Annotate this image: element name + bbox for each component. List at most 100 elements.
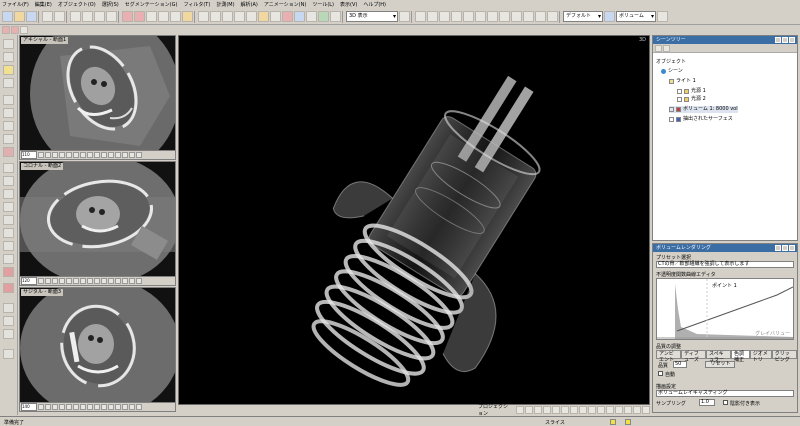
slice-view-sagittal[interactable]: サジタル - 断面3 140 [19, 287, 176, 412]
delete-icon[interactable] [106, 11, 117, 22]
view3d-left-icon[interactable] [534, 406, 542, 414]
copy-icon[interactable] [82, 11, 93, 22]
tree-item-light-2[interactable]: 光源 2 [677, 96, 706, 103]
menu-segmentation[interactable]: セグメンテーション(G) [125, 1, 178, 8]
view3d-reset-icon[interactable] [606, 406, 614, 414]
slice-next-icon[interactable] [59, 152, 65, 158]
slice-play-icon[interactable] [52, 278, 58, 284]
crosshair-icon[interactable] [246, 11, 257, 22]
slice-prev-icon[interactable] [45, 278, 51, 284]
light-icon[interactable] [182, 11, 193, 22]
slice-measure-icon[interactable] [115, 278, 121, 284]
probe-icon[interactable] [3, 303, 14, 313]
slice-export-icon[interactable] [129, 152, 135, 158]
slice-first-icon[interactable] [38, 152, 44, 158]
lasso-icon[interactable] [3, 65, 14, 75]
threshold-icon[interactable] [3, 121, 14, 131]
slice-pan-icon[interactable] [80, 278, 86, 284]
volume-select[interactable]: ボリューム [616, 11, 656, 22]
slice-grid-icon[interactable] [108, 278, 114, 284]
slice-view-coronal[interactable]: コロナル - 断面2 120 [19, 161, 176, 286]
node-icon[interactable] [20, 26, 28, 34]
visibility-checkbox[interactable] [677, 89, 682, 94]
measure-icon[interactable] [198, 11, 209, 22]
tab-clipping[interactable]: クリッピング [771, 350, 798, 363]
tree-item-surface[interactable]: 抽出されたサーフェス [669, 116, 733, 123]
grow-icon[interactable] [3, 134, 14, 144]
view-10-icon[interactable] [523, 11, 534, 22]
view3d-fit-icon[interactable] [597, 406, 605, 414]
reset-button[interactable]: リセット [705, 361, 735, 368]
cut-icon[interactable] [70, 11, 81, 22]
polygon-icon[interactable] [3, 202, 14, 212]
tab-ambient[interactable]: アンビエント [656, 350, 682, 363]
slice-settings-icon[interactable] [122, 278, 128, 284]
tab-diffuse[interactable]: ディフューズ [681, 350, 706, 363]
view-1-icon[interactable] [415, 11, 426, 22]
display-select[interactable]: デフォルト [563, 11, 603, 22]
close-icon[interactable] [789, 245, 795, 251]
slice-pan-icon[interactable] [80, 404, 86, 410]
rectangle-select-icon[interactable] [3, 52, 14, 62]
slice-icon[interactable] [3, 163, 14, 173]
slice-last-icon[interactable] [66, 278, 72, 284]
view3d-clip-icon[interactable] [624, 406, 632, 414]
menu-filter[interactable]: フィルタ(T) [183, 1, 210, 8]
slice-fit-icon[interactable] [87, 404, 93, 410]
cut-region-icon[interactable] [3, 147, 14, 157]
text-icon[interactable] [3, 329, 14, 339]
view3d-front-icon[interactable] [516, 406, 524, 414]
slice-zoom-icon[interactable] [73, 152, 79, 158]
undo-icon[interactable] [42, 11, 53, 22]
color-icon[interactable] [318, 11, 329, 22]
view3d-snapshot-icon[interactable] [633, 406, 641, 414]
view-8-icon[interactable] [499, 11, 510, 22]
view-2-icon[interactable] [427, 11, 438, 22]
slice-last-icon[interactable] [66, 404, 72, 410]
contour-icon[interactable] [3, 176, 14, 186]
slice-export-icon[interactable] [129, 278, 135, 284]
view-4-icon[interactable] [451, 11, 462, 22]
slice-maximize-icon[interactable] [136, 278, 142, 284]
preset-select[interactable]: CTの骨／軟部組織を強調して表示します [656, 261, 794, 268]
pointer-icon[interactable] [3, 39, 14, 49]
fit-icon[interactable] [535, 11, 546, 22]
erode-icon[interactable] [3, 267, 14, 277]
pen-icon[interactable] [604, 11, 615, 22]
layout-icon[interactable] [399, 11, 410, 22]
maximize-icon[interactable] [782, 37, 788, 43]
view3d-right-icon[interactable] [543, 406, 551, 414]
eraser-icon[interactable] [3, 95, 14, 105]
flag-icon[interactable] [2, 26, 10, 34]
slice-last-icon[interactable] [66, 152, 72, 158]
fill-icon[interactable] [3, 108, 14, 118]
marker-icon[interactable] [234, 11, 245, 22]
volume-render-view[interactable]: 3D [178, 35, 650, 405]
slice-index-sagittal[interactable]: 140 [21, 403, 37, 411]
slice-reset-icon[interactable] [94, 152, 100, 158]
slice-prev-icon[interactable] [45, 152, 51, 158]
circle-icon[interactable] [3, 215, 14, 225]
render-mode-select[interactable]: ボリュームレイキャスティング [656, 390, 794, 397]
box-icon[interactable] [282, 11, 293, 22]
layout-select[interactable]: 3D 表示 [346, 11, 398, 22]
view-6-icon[interactable] [475, 11, 486, 22]
redo-icon[interactable] [54, 11, 65, 22]
ruler-icon[interactable] [210, 11, 221, 22]
opacity-curve-editor[interactable]: ポイント 1 グレイバリュー [656, 278, 794, 340]
slice-reset-icon[interactable] [94, 404, 100, 410]
menu-animation[interactable]: アニメーション(N) [264, 1, 306, 8]
menu-measure[interactable]: 計測(M) [216, 1, 234, 8]
brush-icon[interactable] [3, 78, 14, 88]
view3d-pan-icon[interactable] [588, 406, 596, 414]
new-icon[interactable] [2, 11, 13, 22]
smooth-icon[interactable] [3, 241, 14, 251]
scene-remove-icon[interactable] [663, 44, 670, 52]
slice-color-icon[interactable] [101, 152, 107, 158]
view-7-icon[interactable] [487, 11, 498, 22]
scissors-icon[interactable] [122, 11, 133, 22]
target-icon[interactable] [258, 11, 269, 22]
menu-help[interactable]: ヘルプ(H) [363, 1, 386, 8]
clip-icon[interactable] [306, 11, 317, 22]
slice-index-axial[interactable]: 110 [21, 151, 37, 159]
